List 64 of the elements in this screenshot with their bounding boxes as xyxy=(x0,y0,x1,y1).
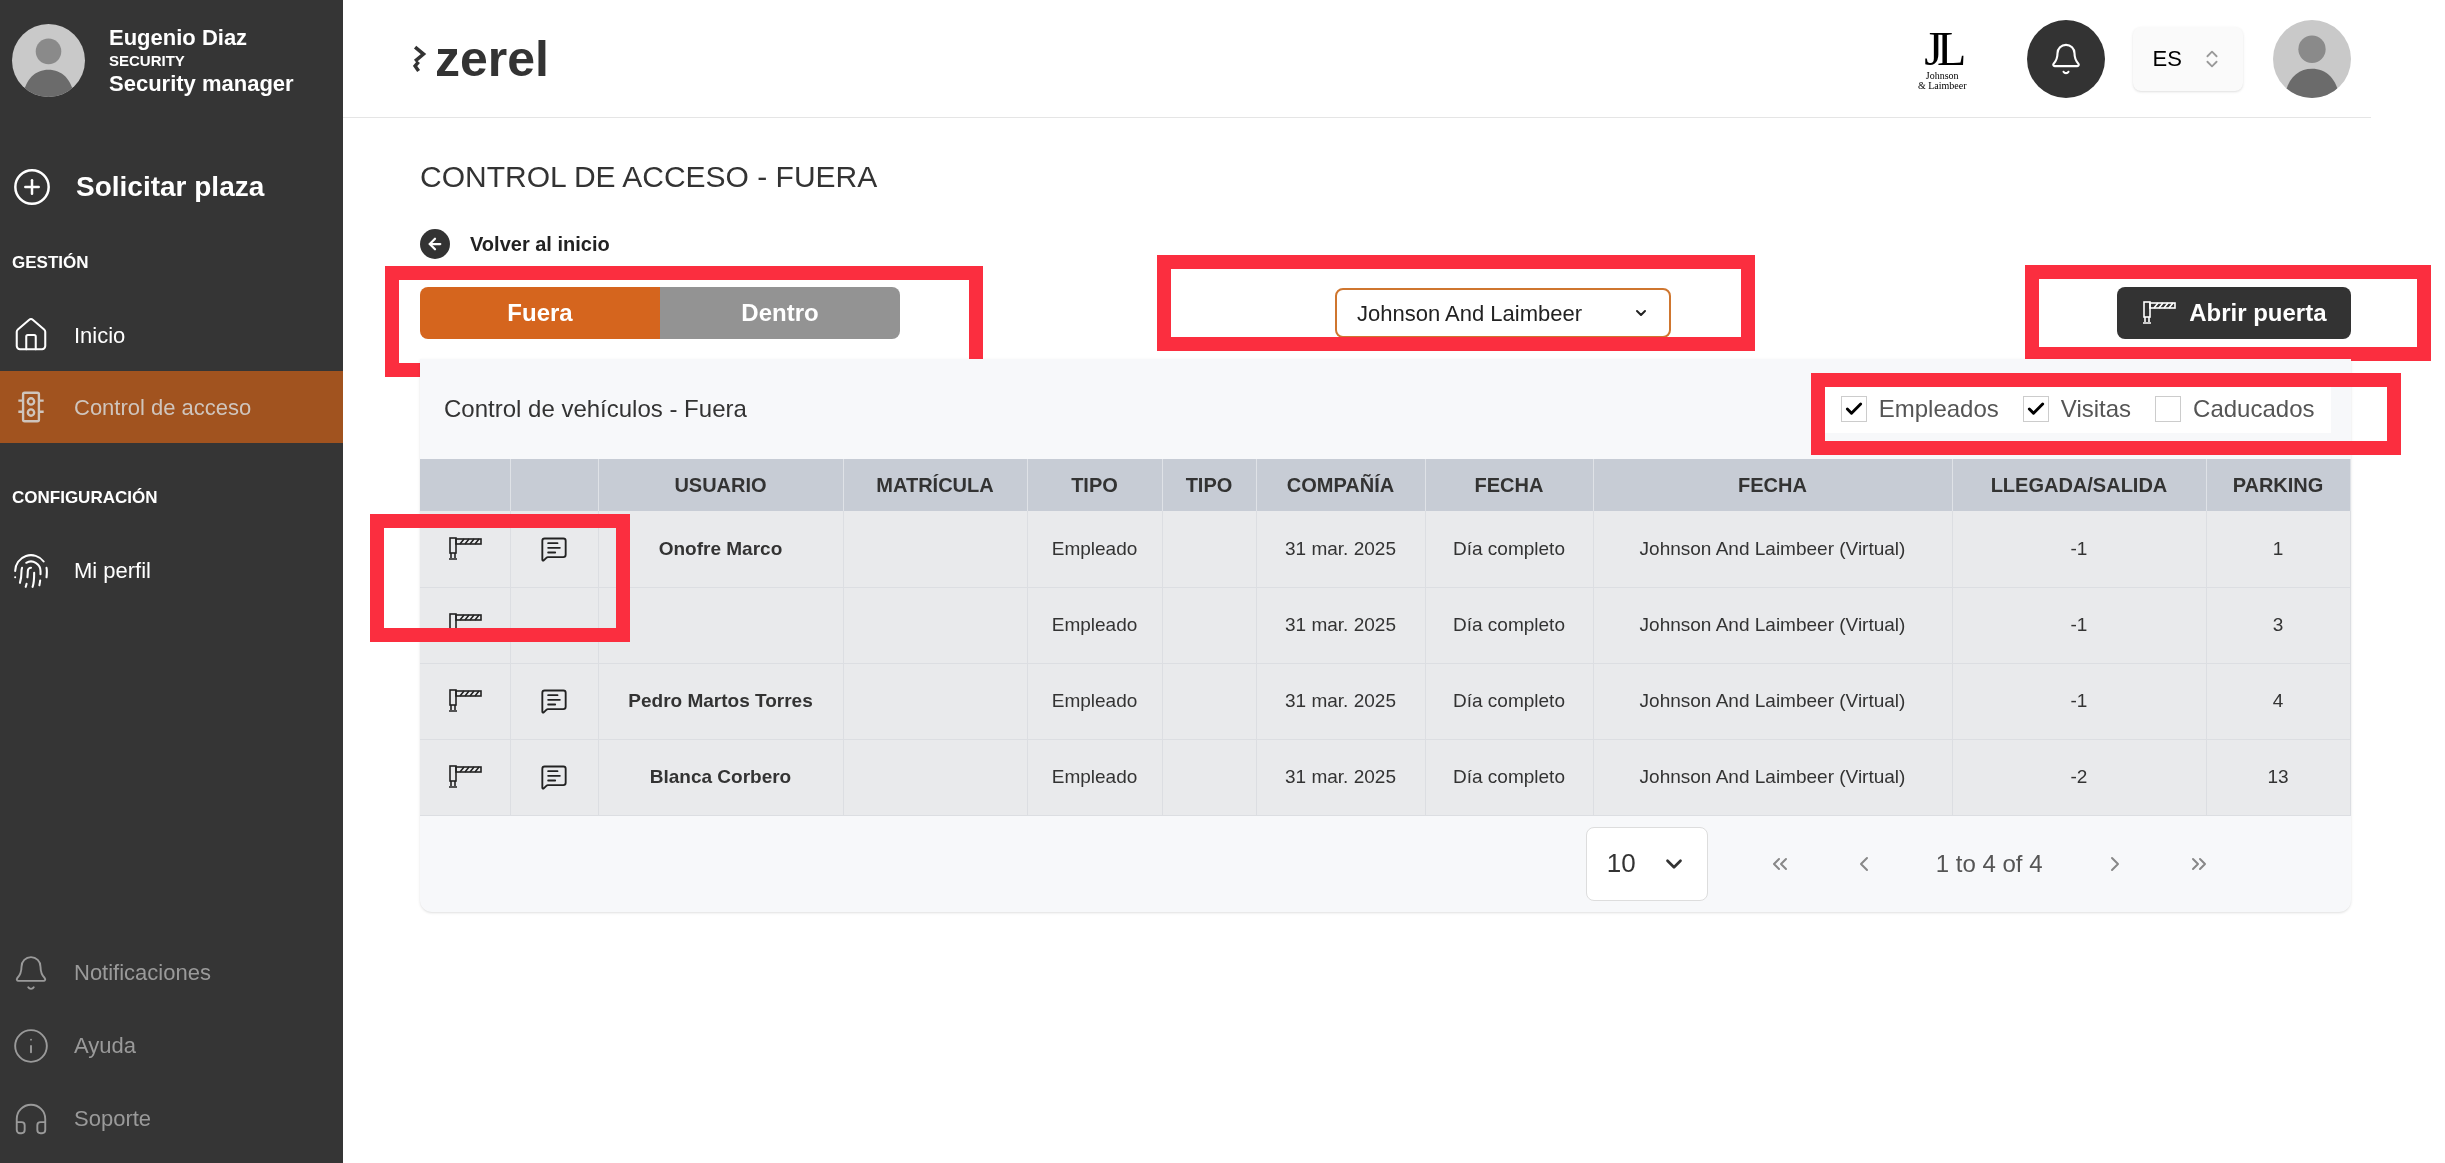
table-cell: -1 xyxy=(1952,663,2206,739)
table-cell: 31 mar. 2025 xyxy=(1256,587,1425,663)
info-icon xyxy=(12,1026,50,1065)
open-door-button[interactable]: Abrir puerta xyxy=(2117,287,2351,339)
table-cell: 3 xyxy=(2206,587,2350,663)
table-cell: 4 xyxy=(2206,663,2350,739)
table-cell: Johnson And Laimbeer (Virtual) xyxy=(1593,663,1952,739)
checkbox-label: Empleados xyxy=(1878,394,1999,424)
sidebar-item[interactable]: Notificaciones xyxy=(0,936,343,1009)
table-cell: 31 mar. 2025 xyxy=(1256,739,1425,815)
table-cell: Empleado xyxy=(1027,663,1162,739)
section-heading: CONFIGURACIÓN xyxy=(11,487,159,510)
page-size-select[interactable]: 10 xyxy=(1585,826,1708,901)
table-cell: Onofre Marco xyxy=(598,511,843,587)
company-select[interactable]: Johnson And Laimbeer xyxy=(1335,288,1671,338)
sidebar-item[interactable]: Mi perfil xyxy=(0,534,343,607)
fingerprint-icon xyxy=(12,551,50,590)
table-cell: -1 xyxy=(1952,511,2206,587)
sidebar-item[interactable]: Ayuda xyxy=(0,1009,343,1082)
section-heading: GESTIÓN xyxy=(11,251,90,274)
table-cell: Empleado xyxy=(1027,587,1162,663)
table-cell: Johnson And Laimbeer (Virtual) xyxy=(1593,587,1952,663)
back-link[interactable]: Volver al inicio xyxy=(420,229,610,259)
sidebar-item[interactable]: Inicio xyxy=(0,299,343,372)
table-cell: 31 mar. 2025 xyxy=(1256,511,1425,587)
table-cell: -1 xyxy=(1952,587,2206,663)
barrier-icon[interactable] xyxy=(446,688,483,714)
table-cell: Johnson And Laimbeer (Virtual) xyxy=(1593,511,1952,587)
table-cell: Blanca Corbero xyxy=(598,739,843,815)
checkbox[interactable] xyxy=(2022,396,2049,422)
table-cell: Johnson And Laimbeer (Virtual) xyxy=(1593,739,1952,815)
table-cell: Empleado xyxy=(1027,511,1162,587)
table-cell: Día completo xyxy=(1425,663,1593,739)
brand-name: zerel xyxy=(435,33,549,84)
comment-icon[interactable] xyxy=(540,763,568,791)
user-role: Security manager xyxy=(109,70,294,98)
request-space-button[interactable]: Solicitar plaza xyxy=(0,165,343,208)
table-cell: Día completo xyxy=(1425,587,1593,663)
sidebar-item[interactable]: Soporte xyxy=(0,1082,343,1155)
language-select[interactable]: ES xyxy=(2132,26,2243,91)
barrier-icon[interactable] xyxy=(446,764,483,790)
company-logo: JL Johnson & Laimbeer xyxy=(1917,26,1967,91)
table-cell: -2 xyxy=(1952,739,2206,815)
page-title: CONTROL DE ACCESO - FUERA xyxy=(420,159,879,195)
table-cell: 31 mar. 2025 xyxy=(1256,663,1425,739)
comment-icon[interactable] xyxy=(540,687,568,715)
checkbox-label: Visitas xyxy=(2060,394,2132,424)
plus-icon xyxy=(12,166,52,207)
table-cell: Empleado xyxy=(1027,739,1162,815)
table-cell: Pedro Martos Torres xyxy=(598,663,843,739)
tab[interactable]: Fuera xyxy=(420,287,660,339)
checkbox[interactable] xyxy=(1840,396,1867,422)
checkbox-label: Caducados xyxy=(2193,394,2315,424)
barrier-icon xyxy=(2141,300,2178,326)
table-cell: 1 xyxy=(2206,511,2350,587)
card-title: Control de vehículos - Fuera xyxy=(444,394,747,424)
user-name: Eugenio Diaz xyxy=(109,24,249,52)
table-cell: Día completo xyxy=(1425,511,1593,587)
checkbox[interactable] xyxy=(2155,396,2182,422)
table-cell: Día completo xyxy=(1425,739,1593,815)
page-range: 1 to 4 of 4 xyxy=(1935,848,2043,879)
barrier-icon[interactable] xyxy=(446,535,483,562)
table-cell: 13 xyxy=(2206,739,2350,815)
user-department: SECURITY xyxy=(109,51,186,71)
